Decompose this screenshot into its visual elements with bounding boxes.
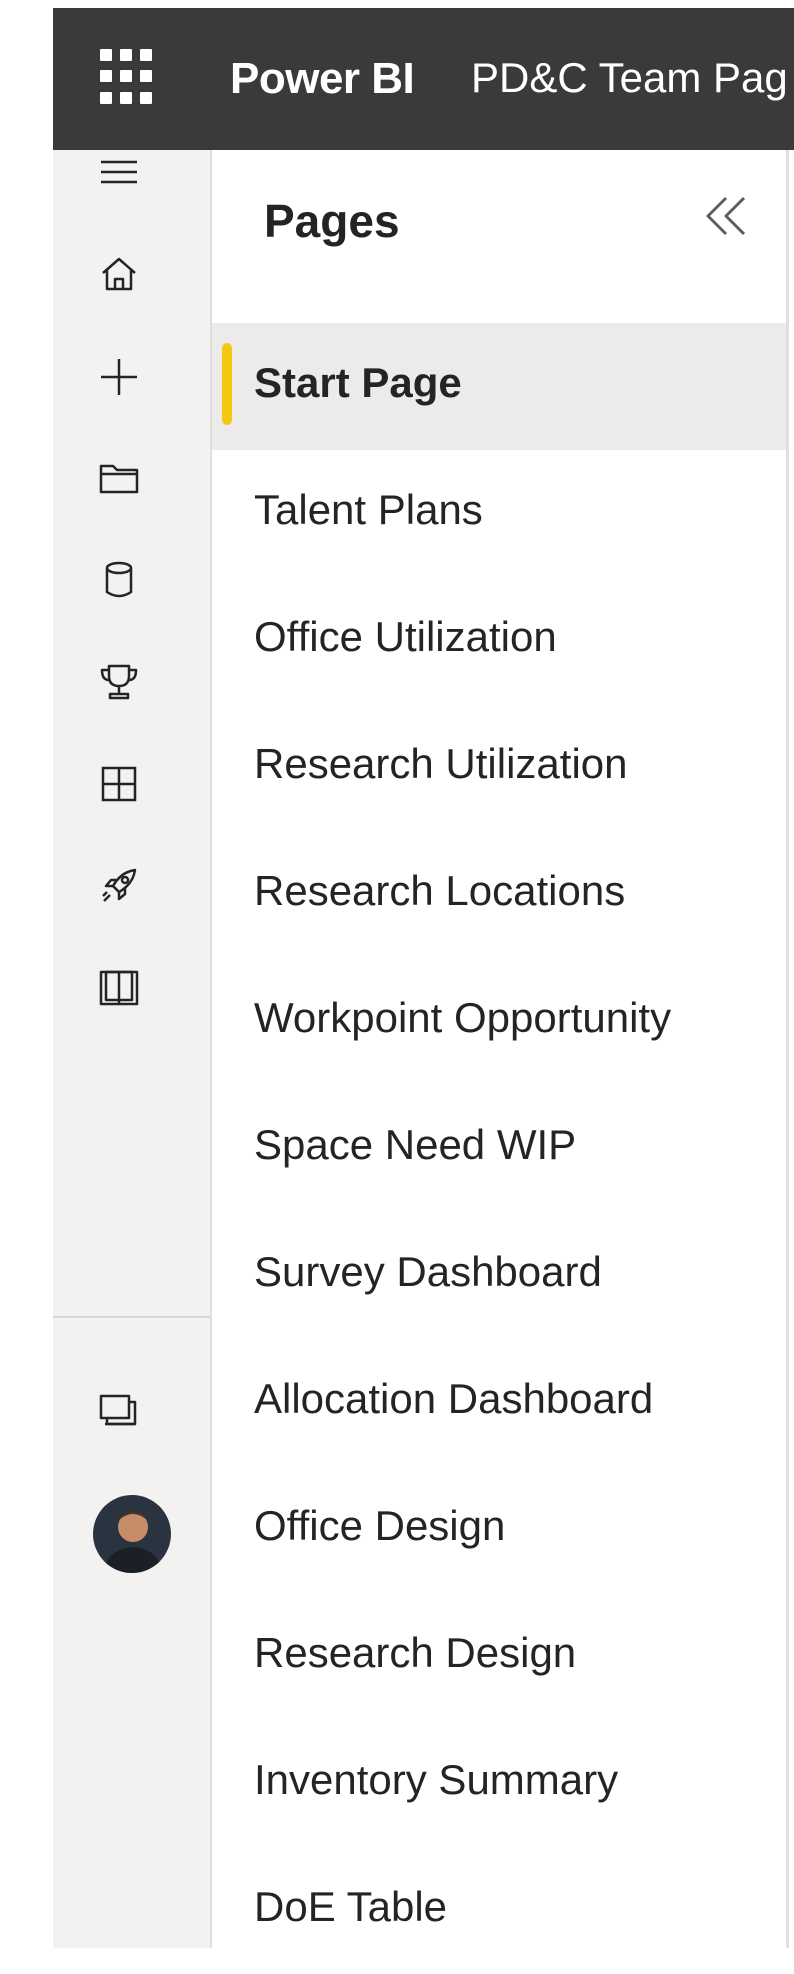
page-item-label: Office Design (254, 1502, 506, 1549)
report-title[interactable]: PD&C Team Pag (471, 54, 788, 102)
page-item-label: Workpoint Opportunity (254, 994, 672, 1041)
learn-book-icon[interactable] (95, 964, 143, 1012)
pages-header: Pages (264, 195, 400, 247)
page-item-label: Start Page (254, 359, 462, 406)
active-page-marker (222, 343, 232, 425)
home-icon[interactable] (95, 251, 143, 299)
account-avatar[interactable] (93, 1495, 171, 1573)
page-item-label: Research Design (254, 1629, 577, 1676)
app-launcher-waffle-icon[interactable] (100, 49, 156, 105)
page-item-doe-table[interactable]: DoE Table (212, 1847, 788, 1974)
page-item-label: Office Utilization (254, 613, 557, 660)
page-item-research-design[interactable]: Research Design (212, 1593, 788, 1720)
page-item-talent-plans[interactable]: Talent Plans (212, 450, 788, 577)
page-item-label: Research Locations (254, 867, 626, 914)
page-item-office-utilization[interactable]: Office Utilization (212, 577, 788, 704)
page-item-allocation-dashboard[interactable]: Allocation Dashboard (212, 1339, 788, 1466)
goals-trophy-icon[interactable] (95, 658, 143, 706)
page-item-research-utilization[interactable]: Research Utilization (212, 704, 788, 831)
app-title[interactable]: Power BI (230, 54, 415, 104)
page-item-survey-dashboard[interactable]: Survey Dashboard (212, 1212, 788, 1339)
page-item-inventory-summary[interactable]: Inventory Summary (212, 1720, 788, 1847)
page-item-space-need-wip[interactable]: Space Need WIP (212, 1085, 788, 1212)
page-item-workpoint-opportunity[interactable]: Workpoint Opportunity (212, 958, 788, 1085)
deployment-rocket-icon[interactable] (95, 862, 143, 910)
page-item-research-locations[interactable]: Research Locations (212, 831, 788, 958)
collapse-pages-chevron-icon[interactable] (696, 186, 756, 246)
apps-icon[interactable] (95, 760, 143, 808)
browse-folder-icon[interactable] (95, 454, 143, 502)
top-bar: Power BI PD&C Team Pag (53, 8, 794, 150)
pages-panel: Pages Start Page Talent Plans Office Uti… (210, 150, 788, 1948)
page-item-label: Survey Dashboard (254, 1248, 602, 1295)
page-item-label: DoE Table (254, 1883, 448, 1930)
hamburger-menu-icon[interactable] (95, 150, 143, 198)
page-item-office-design[interactable]: Office Design (212, 1466, 788, 1593)
left-navigation-rail (53, 150, 210, 1948)
nav-divider (53, 1316, 210, 1318)
page-item-label: Inventory Summary (254, 1756, 619, 1803)
page-item-label: Talent Plans (254, 486, 483, 533)
create-plus-icon[interactable] (95, 353, 143, 401)
datahub-cylinder-icon[interactable] (95, 556, 143, 604)
page-item-label: Space Need WIP (254, 1121, 577, 1168)
page-item-label: Research Utilization (254, 740, 628, 787)
page-item-start-page[interactable]: Start Page (212, 323, 788, 450)
page-item-label: Allocation Dashboard (254, 1375, 654, 1422)
panel-right-border (786, 150, 789, 1948)
workspaces-icon[interactable] (95, 1386, 143, 1434)
